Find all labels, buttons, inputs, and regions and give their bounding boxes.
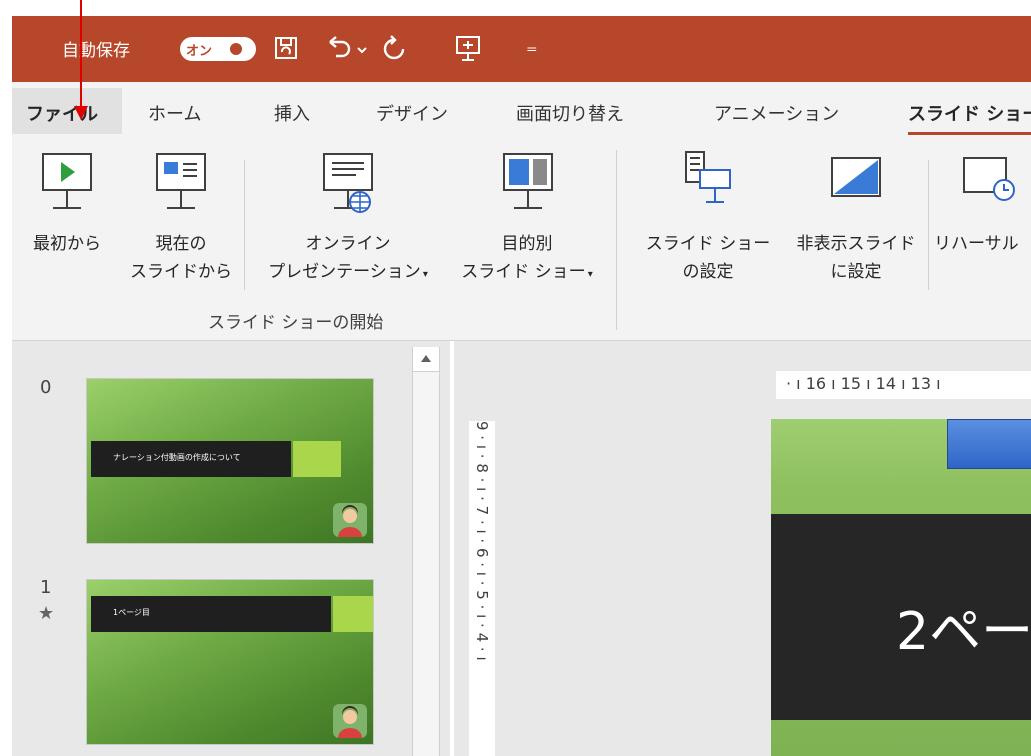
scroll-up-arrow-icon[interactable]	[413, 347, 439, 372]
hide-slide-label-2: に設定	[830, 262, 882, 282]
from-current-label-2: スライドから	[130, 262, 232, 282]
animation-star-icon: ★	[38, 603, 55, 624]
custom-slideshow-label-2: スライド ショー	[461, 262, 586, 282]
autosave-toggle[interactable]: オン	[180, 37, 256, 61]
toggle-knob	[230, 43, 242, 55]
thumbnail-title: 1ページ目	[113, 608, 150, 617]
slide-thumbnail-pane: 0 ナレーション付動画の作成について 1 ★ 1ページ目	[12, 341, 450, 756]
window-top-strip	[0, 0, 1031, 16]
from-beginning-label: 最初から	[33, 234, 101, 254]
rehearse-timings-label: リハーサル	[934, 234, 1019, 254]
annotation-arrow-head-icon	[74, 106, 88, 120]
tab-transitions[interactable]: 画面切り替え	[516, 100, 624, 126]
slide-thumbnail[interactable]: 1ページ目	[86, 579, 374, 745]
customize-icon[interactable]: ₌	[526, 34, 538, 59]
undo-icon[interactable]	[322, 32, 354, 64]
custom-show-icon	[503, 153, 553, 209]
online-presentation-button[interactable]: オンライン プレゼンテーション ▾	[248, 140, 448, 310]
online-presentation-label-2: プレゼンテーション	[268, 262, 421, 282]
slide-blue-shape[interactable]	[947, 419, 1031, 469]
vertical-ruler: 9 · ı · 8 · ı · 7 · ı · 6 · ı · 5 · ı · …	[469, 421, 495, 756]
thumbnail-title-bar: ナレーション付動画の作成について	[91, 441, 291, 477]
rehearse-timings-button[interactable]: リハーサル	[930, 140, 1031, 310]
active-tab-underline	[908, 132, 1031, 135]
online-presentation-label-1: オンライン	[305, 234, 391, 254]
chevron-down-icon: ▾	[587, 269, 593, 280]
from-current-icon	[156, 153, 206, 209]
slide-number: 0	[40, 377, 52, 398]
custom-slideshow-button[interactable]: 目的別 スライド ショー ▾	[448, 140, 606, 310]
thumbnail-accent	[293, 441, 341, 477]
setup-show-icon	[685, 151, 731, 203]
thumbnail-scrollbar[interactable]	[412, 347, 440, 756]
slide-edit-pane: · ı 16 ı 15 ı 14 ı 13 ı 9 · ı · 8 · ı · …	[451, 341, 1031, 756]
group-label-start-slideshow: スライド ショーの開始	[208, 313, 384, 333]
annotation-arrow-line	[80, 0, 82, 110]
ribbon-group-separator	[616, 150, 617, 330]
horizontal-ruler-text: · ı 16 ı 15 ı 14 ı 13 ı	[786, 374, 941, 393]
ribbon-separator	[928, 160, 929, 290]
ribbon-panel: 最初から 現在の スライドから オンライン プレゼンテーション ▾ 目的別 スラ…	[12, 140, 1031, 341]
tab-slideshow[interactable]: スライド ショー	[908, 100, 1031, 126]
tab-design[interactable]: デザイン	[376, 100, 448, 126]
slide-canvas[interactable]: 2ペー	[771, 419, 1031, 756]
from-current-button[interactable]: 現在の スライドから	[122, 140, 240, 310]
hide-slide-icon	[831, 157, 881, 197]
avatar	[333, 704, 367, 738]
save-icon[interactable]	[270, 32, 302, 64]
present-icon[interactable]	[452, 32, 484, 64]
thumbnail-title-bar: 1ページ目	[91, 596, 331, 632]
hide-slide-button[interactable]: 非表示スライド に設定	[786, 140, 926, 310]
vertical-ruler-text: 9 · ı · 8 · ı · 7 · ı · 6 · ı · 5 · ı · …	[473, 421, 491, 661]
autosave-toggle-text: オン	[186, 44, 213, 59]
setup-slideshow-label-2: の設定	[682, 262, 734, 282]
from-current-label-1: 現在の	[155, 234, 207, 254]
undo-dropdown-icon[interactable]	[354, 32, 370, 64]
thumbnail-title: ナレーション付動画の作成について	[113, 453, 241, 462]
slide-title-text[interactable]: 2ペー	[896, 589, 1031, 664]
hide-slide-label-1: 非表示スライド	[796, 234, 916, 254]
ribbon-separator	[244, 160, 245, 290]
thumbnail-accent	[333, 596, 373, 632]
horizontal-ruler: · ı 16 ı 15 ı 14 ı 13 ı	[776, 371, 1031, 399]
setup-slideshow-label-1: スライド ショー	[645, 234, 771, 254]
autosave-label: 自動保存	[62, 41, 130, 61]
custom-slideshow-label-1: 目的別	[501, 234, 553, 254]
pane-divider[interactable]	[451, 341, 454, 756]
tab-animations[interactable]: アニメーション	[714, 100, 839, 126]
title-bar: 自動保存 オン ₌	[12, 16, 1031, 82]
redo-icon[interactable]	[378, 32, 410, 64]
avatar	[333, 503, 367, 537]
tab-insert[interactable]: 挿入	[274, 100, 310, 126]
setup-slideshow-button[interactable]: スライド ショー の設定	[630, 140, 786, 310]
online-presentation-icon	[323, 153, 373, 213]
slide-thumbnail[interactable]: ナレーション付動画の作成について	[86, 378, 374, 544]
slide-number: 1	[40, 577, 52, 598]
from-beginning-button[interactable]: 最初から	[12, 140, 122, 310]
rehearse-timings-icon	[963, 157, 1015, 201]
tab-home[interactable]: ホーム	[148, 100, 201, 126]
play-from-start-icon	[42, 153, 92, 209]
ribbon-tab-bar: ファイル ホーム 挿入 デザイン 画面切り替え アニメーション スライド ショー	[12, 82, 1031, 140]
chevron-down-icon: ▾	[422, 269, 428, 280]
